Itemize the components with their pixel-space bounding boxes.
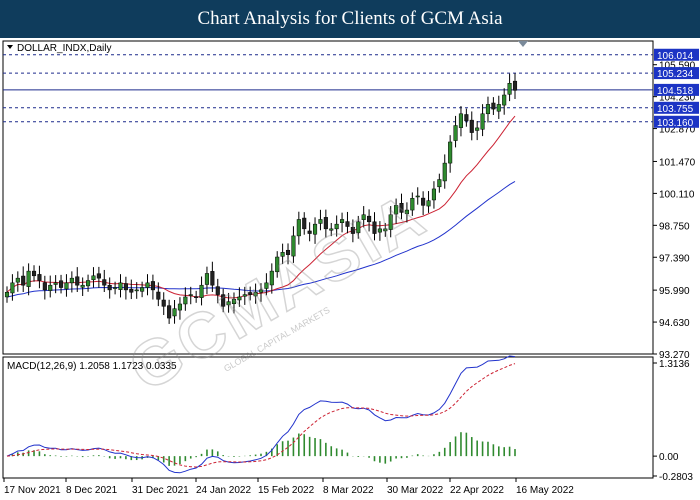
candle-body: [80, 284, 85, 288]
x-tick-label: 17 Nov 2021: [4, 485, 61, 496]
macd-panel: 1.31360.00-0.2803MACD(12,26,9) 1.2058 1.…: [2, 355, 693, 483]
candle-body: [318, 219, 323, 224]
candle-body: [442, 162, 447, 182]
candle-body: [15, 277, 20, 283]
candle-body: [145, 282, 150, 288]
candle-body: [156, 291, 161, 300]
candle-body: [129, 288, 134, 293]
candle-body: [437, 179, 442, 188]
chart-canvas: 105.590104.230102.870101.470100.11098.75…: [2, 40, 699, 496]
candle-body: [453, 125, 458, 141]
macd-y-tick-label: 0.00: [659, 452, 679, 463]
price-level-label: 103.160: [657, 118, 694, 129]
x-tick-label: 16 May 2022: [516, 485, 574, 496]
candle-body: [123, 283, 128, 291]
price-level-label: 105.234: [657, 69, 694, 80]
candle-body: [118, 282, 123, 290]
candle-body: [31, 270, 37, 277]
candle-body: [42, 282, 47, 291]
y-tick-label: 101.470: [659, 157, 696, 168]
x-tick-label: 22 Apr 2022: [450, 485, 504, 496]
price-panel-title: DOLLAR_INDX,Daily: [17, 43, 111, 54]
macd-y-tick-label: -0.2803: [659, 472, 693, 483]
candle-body: [512, 80, 518, 91]
candle-body: [421, 197, 426, 206]
price-level-label: 106.014: [657, 51, 694, 62]
y-tick-label: 94.630: [659, 318, 690, 329]
candle-body: [102, 279, 107, 286]
candle-body: [113, 287, 118, 289]
x-axis: 17 Nov 2021 8 Dec 2021 31 Dec 2021 24 Jan 2…: [3, 478, 574, 496]
candle-body: [140, 287, 145, 292]
candle-body: [475, 127, 480, 131]
candle-body: [415, 195, 420, 198]
candle-body: [458, 113, 464, 128]
candle-body: [69, 277, 74, 284]
macd-panel-frame: [2, 356, 654, 479]
price-level-label: 103.755: [657, 104, 694, 115]
candle-body: [37, 274, 42, 281]
macd-y-tick-label: 1.3136: [659, 359, 690, 370]
candle-body: [480, 113, 485, 130]
candle-body: [21, 275, 26, 286]
candle-body: [431, 188, 436, 201]
price-panel: 105.590104.230102.870101.470100.11098.75…: [2, 40, 699, 361]
page-title: Chart Analysis for Clients of GCM Asia: [0, 0, 700, 38]
candle-body: [75, 276, 80, 286]
candle-body: [96, 273, 101, 279]
candle-body: [134, 289, 139, 292]
candle-body: [426, 200, 431, 207]
candle-body: [210, 271, 215, 286]
candle-body: [296, 219, 301, 237]
candle-body: [26, 270, 31, 287]
y-tick-label: 98.750: [659, 221, 690, 232]
x-tick-label: 30 Mar 2022: [387, 485, 444, 496]
y-tick-label: 97.390: [659, 253, 690, 264]
candle-body: [58, 280, 64, 288]
candle-body: [107, 284, 112, 291]
candle-body: [91, 275, 96, 281]
candle-body: [469, 119, 474, 133]
candle-body: [86, 280, 91, 287]
y-tick-label: 100.110: [659, 189, 695, 200]
candle-body: [150, 281, 155, 291]
candle-body: [48, 284, 53, 291]
candle-body: [448, 141, 453, 164]
candle-body: [10, 282, 15, 294]
candle-body: [188, 294, 193, 296]
candle-body: [204, 273, 210, 285]
x-tick-label: 15 Feb 2022: [258, 485, 315, 496]
candle-body: [464, 114, 469, 122]
x-tick-label: 8 Dec 2021: [66, 485, 118, 496]
candle-body: [4, 291, 10, 298]
x-tick-label: 24 Jan 2022: [196, 485, 251, 496]
candle-body: [53, 282, 58, 285]
x-tick-label: 8 Mar 2022: [323, 485, 374, 496]
price-panel-frame: [2, 40, 654, 355]
candle-body: [491, 102, 496, 110]
price-level-label: 104.518: [657, 86, 694, 97]
candle-body: [496, 104, 501, 112]
candle-body: [64, 282, 69, 290]
x-tick-label: 31 Dec 2021: [132, 485, 189, 496]
candle-body: [485, 104, 491, 115]
y-tick-label: 95.990: [659, 286, 690, 297]
candle-body: [507, 83, 512, 95]
candle-body: [502, 94, 507, 106]
candle-body: [161, 299, 166, 307]
candle-body: [302, 217, 307, 230]
